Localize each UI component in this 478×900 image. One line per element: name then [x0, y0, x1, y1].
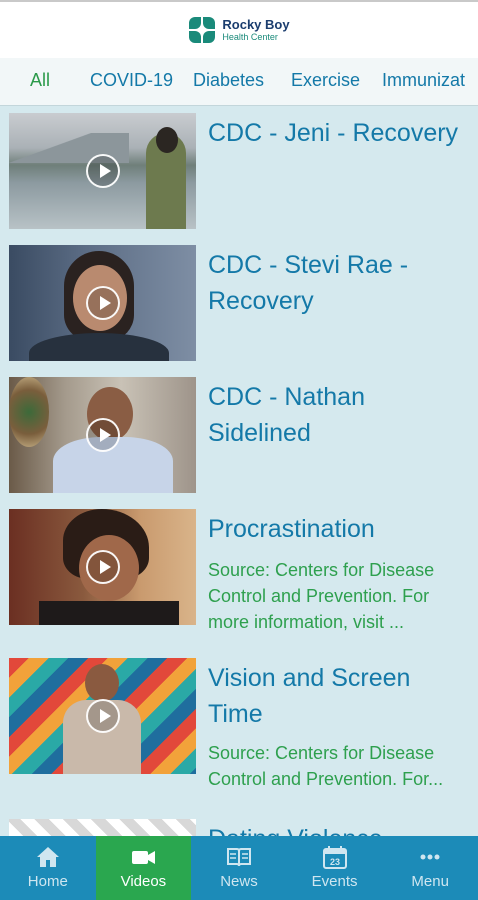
nav-news-label: News — [220, 873, 258, 890]
tab-exercise[interactable]: Exercise — [291, 70, 360, 91]
video-thumbnail[interactable] — [9, 509, 196, 625]
play-icon[interactable] — [85, 286, 120, 320]
tab-all[interactable]: All — [30, 70, 50, 91]
nav-home[interactable]: Home — [0, 836, 96, 900]
category-tabs[interactable]: All COVID-19 Diabetes Exercise Immunizat — [0, 58, 478, 106]
play-icon[interactable] — [85, 699, 120, 733]
app-header: Rocky Boy Health Center — [0, 0, 478, 58]
tab-immunization[interactable]: Immunizat — [382, 70, 465, 91]
calendar-day: 23 — [330, 857, 340, 867]
video-thumbnail[interactable] — [9, 245, 196, 361]
nav-events-label: Events — [311, 873, 358, 890]
video-title[interactable]: Procrastination — [208, 511, 470, 547]
play-icon[interactable] — [85, 418, 120, 452]
tab-diabetes[interactable]: Diabetes — [193, 70, 264, 91]
more-icon — [420, 854, 440, 860]
video-title[interactable]: CDC - Nathan Sidelined — [208, 379, 470, 451]
video-list[interactable]: CDC - Jeni - Recovery CDC - Stevi Rae - … — [0, 107, 478, 836]
tab-covid-19[interactable]: COVID-19 — [90, 70, 173, 91]
video-thumbnail[interactable] — [9, 658, 196, 774]
play-icon[interactable] — [85, 154, 120, 188]
video-title[interactable]: CDC - Stevi Rae - Recovery — [208, 247, 470, 319]
book-icon — [226, 848, 251, 867]
video-source: Source: Centers for Disease Control and … — [208, 743, 444, 789]
leaf-cross-icon — [188, 16, 216, 44]
logo-line1: Rocky Boy — [222, 17, 290, 32]
logo-line2: Health Center — [222, 32, 278, 42]
nav-videos-label: Videos — [120, 873, 167, 890]
video-thumbnail[interactable] — [9, 377, 196, 493]
calendar-icon: 23 — [322, 846, 347, 869]
nav-news[interactable]: News — [191, 836, 287, 900]
video-title[interactable]: CDC - Jeni - Recovery — [208, 115, 470, 151]
video-camera-icon — [132, 851, 156, 864]
video-title[interactable]: Dating Violence — [208, 821, 470, 836]
nav-home-label: Home — [27, 873, 68, 890]
bottom-navigation: Home Videos News 23 Events Menu — [0, 836, 478, 900]
video-thumbnail[interactable] — [9, 819, 196, 836]
play-icon[interactable] — [85, 550, 120, 584]
video-thumbnail[interactable] — [9, 113, 196, 229]
nav-events[interactable]: 23 Events — [287, 836, 383, 900]
rocky-boy-logo: Rocky Boy Health Center — [188, 16, 290, 44]
video-source: Source: Centers for Disease Control and … — [208, 560, 435, 632]
nav-menu-label: Menu — [411, 873, 449, 890]
nav-videos[interactable]: Videos — [95, 836, 192, 900]
video-title[interactable]: Vision and Screen Time — [208, 660, 470, 732]
nav-menu[interactable]: Menu — [382, 836, 478, 900]
home-icon — [36, 847, 59, 867]
